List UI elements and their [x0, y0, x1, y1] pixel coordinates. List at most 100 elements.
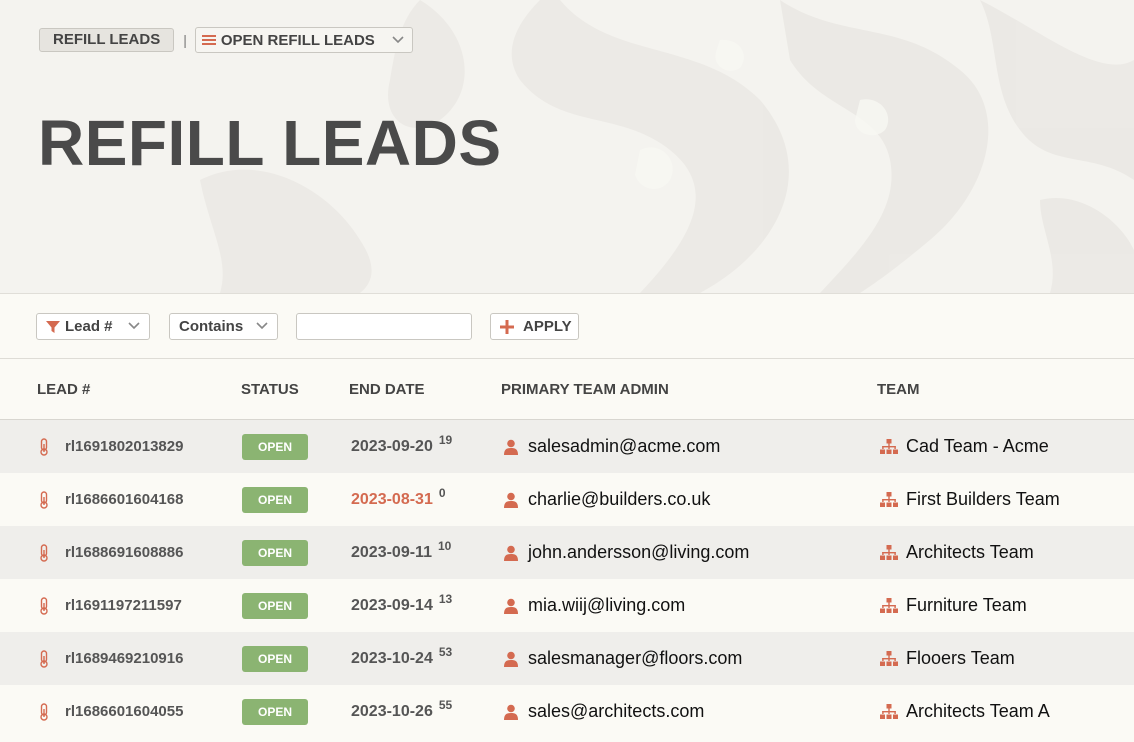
end-date-cell: 2023-10-26 55: [351, 685, 452, 738]
table-row[interactable]: rl1691802013829 OPEN 2023-09-20 19 salesadmi…: [0, 420, 1134, 473]
days-remaining: 53: [438, 644, 453, 659]
days-remaining: 19: [438, 432, 453, 447]
days-remaining: 13: [438, 591, 453, 606]
end-date-cell: 2023-08-31 0: [351, 473, 446, 526]
end-date-cell: 2023-10-24 53: [351, 632, 452, 685]
view-selector-label: OPEN REFILL LEADS: [220, 31, 375, 49]
user-icon: [504, 598, 518, 614]
status-cell: OPEN: [242, 579, 308, 632]
lead-number-link[interactable]: rl1688691608886: [65, 544, 183, 561]
end-date: 2023-09-11: [351, 543, 432, 561]
admin-cell: john.andersson@living.com: [504, 526, 749, 579]
admin-cell: sales@architects.com: [504, 685, 704, 738]
lead-number-link[interactable]: rl1686601604168: [65, 491, 183, 508]
team-cell: Architects Team: [880, 526, 1034, 579]
org-chart-icon: [880, 544, 898, 561]
team-name[interactable]: First Builders Team: [906, 489, 1060, 510]
thermometer-icon: [38, 649, 50, 668]
chevron-down-icon: [392, 36, 404, 44]
team-cell: First Builders Team: [880, 473, 1060, 526]
team-name[interactable]: Cad Team - Acme: [906, 436, 1049, 457]
table-row[interactable]: rl1686601604168 OPEN 2023-08-31 0 charlie@bu…: [0, 473, 1134, 526]
days-remaining: 10: [437, 538, 452, 553]
org-chart-icon: [880, 650, 898, 667]
status-badge: OPEN: [242, 433, 308, 460]
lead-cell: rl1691197211597: [38, 579, 182, 632]
thermometer-icon: [38, 437, 50, 456]
team-cell: Furniture Team: [880, 579, 1027, 632]
thermometer-icon: [38, 596, 50, 615]
team-cell: Architects Team A: [880, 685, 1050, 738]
status-badge: OPEN: [242, 592, 308, 619]
column-header-end-date[interactable]: END DATE: [349, 381, 425, 398]
apply-filter-button[interactable]: APPLY: [490, 313, 579, 340]
team-cell: Cad Team - Acme: [880, 420, 1049, 473]
user-icon: [504, 439, 518, 455]
plus-icon: [500, 319, 514, 334]
end-date: 2023-10-24: [351, 649, 433, 667]
org-chart-icon: [880, 491, 898, 508]
filter-field-value: Lead #: [65, 318, 113, 335]
org-chart-icon: [880, 438, 898, 455]
admin-email[interactable]: salesadmin@acme.com: [528, 436, 720, 457]
end-date: 2023-09-20: [351, 437, 433, 455]
thermometer-icon: [38, 543, 50, 562]
lead-number-link[interactable]: rl1691197211597: [65, 597, 182, 614]
chevron-down-icon: [128, 322, 140, 330]
thermometer-icon: [38, 490, 50, 509]
view-selector-dropdown[interactable]: OPEN REFILL LEADS: [194, 27, 413, 53]
days-remaining: 55: [438, 697, 453, 712]
team-cell: Flooers Team: [880, 632, 1015, 685]
funnel-icon: [46, 320, 60, 333]
days-remaining: 0: [438, 485, 446, 500]
admin-email[interactable]: salesmanager@floors.com: [528, 648, 742, 669]
lead-cell: rl1686601604168: [38, 473, 183, 526]
admin-email[interactable]: sales@architects.com: [528, 701, 704, 722]
status-cell: OPEN: [242, 526, 308, 579]
filter-operator-select[interactable]: Contains: [169, 313, 278, 340]
team-name[interactable]: Architects Team A: [906, 701, 1050, 722]
team-name[interactable]: Furniture Team: [906, 595, 1027, 616]
lead-number-link[interactable]: rl1686601604055: [65, 703, 183, 720]
hamburger-icon: [201, 35, 216, 45]
table-header: LEAD # STATUS END DATE PRIMARY TEAM ADMI…: [0, 359, 1134, 420]
filter-value-input[interactable]: [296, 313, 472, 340]
table-row[interactable]: rl1688691608886 OPEN 2023-09-11 10 john.ande…: [0, 526, 1134, 579]
status-badge: OPEN: [242, 539, 308, 566]
chevron-down-icon: [256, 322, 268, 330]
column-header-team[interactable]: TEAM: [877, 381, 920, 398]
end-date-cell: 2023-09-14 13: [351, 579, 452, 632]
lead-number-link[interactable]: rl1689469210916: [65, 650, 183, 667]
admin-cell: salesadmin@acme.com: [504, 420, 720, 473]
column-header-lead[interactable]: LEAD #: [37, 381, 90, 398]
admin-email[interactable]: john.andersson@living.com: [528, 542, 749, 563]
admin-cell: charlie@builders.co.uk: [504, 473, 710, 526]
lead-cell: rl1686601604055: [38, 685, 183, 738]
admin-email[interactable]: mia.wiij@living.com: [528, 595, 685, 616]
end-date: 2023-10-26: [351, 702, 433, 720]
breadcrumb-separator: |: [183, 32, 187, 48]
column-header-primary-team-admin[interactable]: PRIMARY TEAM ADMIN: [501, 381, 669, 398]
end-date-cell: 2023-09-20 19: [351, 420, 452, 473]
table-row[interactable]: rl1691197211597 OPEN 2023-09-14 13 mia.wiij@…: [0, 579, 1134, 632]
lead-cell: rl1689469210916: [38, 632, 183, 685]
status-cell: OPEN: [242, 685, 308, 738]
org-chart-icon: [880, 597, 898, 614]
filter-field-select[interactable]: Lead #: [36, 313, 150, 340]
column-header-status[interactable]: STATUS: [241, 381, 299, 398]
team-name[interactable]: Flooers Team: [906, 648, 1015, 669]
end-date-cell: 2023-09-11 10: [351, 526, 451, 579]
lead-cell: rl1688691608886: [38, 526, 183, 579]
table-row[interactable]: rl1689469210916 OPEN 2023-10-24 53 salesmana…: [0, 632, 1134, 685]
page-header: REFILL LEADS | OPEN REFILL LEADS REFILL …: [0, 0, 1134, 294]
apply-label: APPLY: [523, 318, 572, 335]
admin-email[interactable]: charlie@builders.co.uk: [528, 489, 710, 510]
table-row[interactable]: rl1686601604055 OPEN 2023-10-26 55 sales@arc…: [0, 685, 1134, 738]
lead-cell: rl1691802013829: [38, 420, 183, 473]
team-name[interactable]: Architects Team: [906, 542, 1034, 563]
status-badge: OPEN: [242, 486, 308, 513]
breadcrumb-refill-leads-button[interactable]: REFILL LEADS: [39, 28, 175, 52]
lead-number-link[interactable]: rl1691802013829: [65, 438, 183, 455]
status-cell: OPEN: [242, 420, 308, 473]
admin-cell: mia.wiij@living.com: [504, 579, 685, 632]
